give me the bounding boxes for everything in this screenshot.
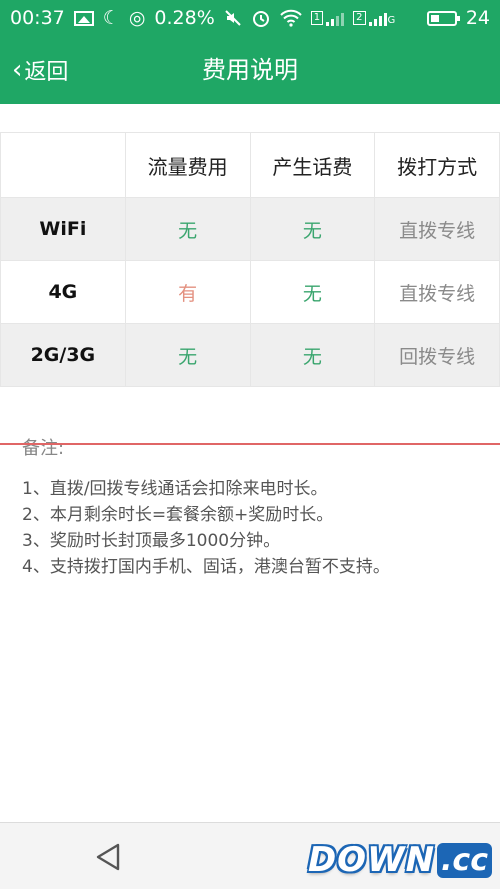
page-title: 费用说明 xyxy=(202,56,298,84)
notes-list: 1、直拨/回拨专线通话会扣除来电时长。 2、本月剩余时长=套餐余额+奖励时长。 … xyxy=(22,476,390,580)
table-row: 4G 有 无 直拨专线 xyxy=(0,260,500,324)
list-item: 2、本月剩余时长=套餐余额+奖励时长。 xyxy=(22,505,334,525)
sim2-label: 2 xyxy=(353,11,366,25)
table-header-call-fee: 产生话费 xyxy=(249,132,376,198)
back-button[interactable]: ‹ 返回 xyxy=(12,36,68,104)
list-item: 4、支持拨打国内手机、固话，港澳台暂不支持。 xyxy=(22,557,390,577)
list-item: 1、直拨/回拨专线通话会扣除来电时长。 xyxy=(22,479,328,499)
title-bar: 费用说明 ‹ 返回 xyxy=(0,36,500,104)
alarm-icon xyxy=(251,8,271,28)
table-header-row: 流量费用 产生话费 拨打方式 xyxy=(0,132,500,198)
nav-back-triangle-icon[interactable] xyxy=(92,841,124,873)
chevron-left-icon: ‹ xyxy=(12,55,23,85)
table-row: 2G/3G 无 无 回拨专线 xyxy=(0,323,500,387)
list-item: 3、奖励时长封顶最多1000分钟。 xyxy=(22,531,281,551)
sim2-signal-icon: 2 G xyxy=(353,10,395,26)
divider-line xyxy=(0,443,500,445)
dial-method-cell: 回拨专线 xyxy=(374,323,500,387)
data-fee-cell: 有 xyxy=(124,260,251,324)
dial-method-cell: 直拨专线 xyxy=(374,197,500,261)
notes-title: 备注: xyxy=(22,438,65,459)
sim1-signal-icon: 1 xyxy=(310,10,345,26)
fee-table: 流量费用 产生话费 拨打方式 WiFi 无 无 直拨专线 4G 有 无 直拨专线… xyxy=(0,132,500,387)
status-bar: 00:37 ☾ ◎ 0.28% 1 2 G 24 xyxy=(0,0,500,36)
clock: 00:37 xyxy=(10,7,65,29)
gallery-icon xyxy=(73,10,94,26)
battery-level: 24 xyxy=(465,7,490,29)
data-fee-cell: 无 xyxy=(124,197,251,261)
row-name: 4G xyxy=(0,260,126,324)
watermark-logo: DOWN .cc xyxy=(308,837,492,883)
watermark-text: DOWN xyxy=(307,840,436,880)
data-rate: 0.28% xyxy=(154,7,215,29)
row-name: WiFi xyxy=(0,197,126,261)
network-type: G xyxy=(387,15,396,26)
watermark-tld: .cc xyxy=(437,842,492,878)
weibo-icon: ◎ xyxy=(128,7,146,29)
call-fee-cell: 无 xyxy=(249,260,376,324)
mute-icon xyxy=(224,9,242,27)
sim1-label: 1 xyxy=(310,11,324,25)
battery-icon xyxy=(426,10,460,26)
table-header-data-fee: 流量费用 xyxy=(124,132,251,198)
table-header-dial-method: 拨打方式 xyxy=(374,132,500,198)
dial-method-cell: 直拨专线 xyxy=(374,260,500,324)
navigation-bar: DOWN .cc xyxy=(0,822,500,889)
back-label: 返回 xyxy=(24,60,69,85)
table-row: WiFi 无 无 直拨专线 xyxy=(0,197,500,261)
call-fee-cell: 无 xyxy=(249,197,376,261)
call-fee-cell: 无 xyxy=(249,323,376,387)
wifi-icon xyxy=(280,9,302,27)
data-fee-cell: 无 xyxy=(124,323,251,387)
row-name: 2G/3G xyxy=(0,323,126,387)
content-area: 流量费用 产生话费 拨打方式 WiFi 无 无 直拨专线 4G 有 无 直拨专线… xyxy=(0,104,500,822)
moon-icon: ☾ xyxy=(102,7,120,29)
table-header-corner xyxy=(0,132,126,198)
